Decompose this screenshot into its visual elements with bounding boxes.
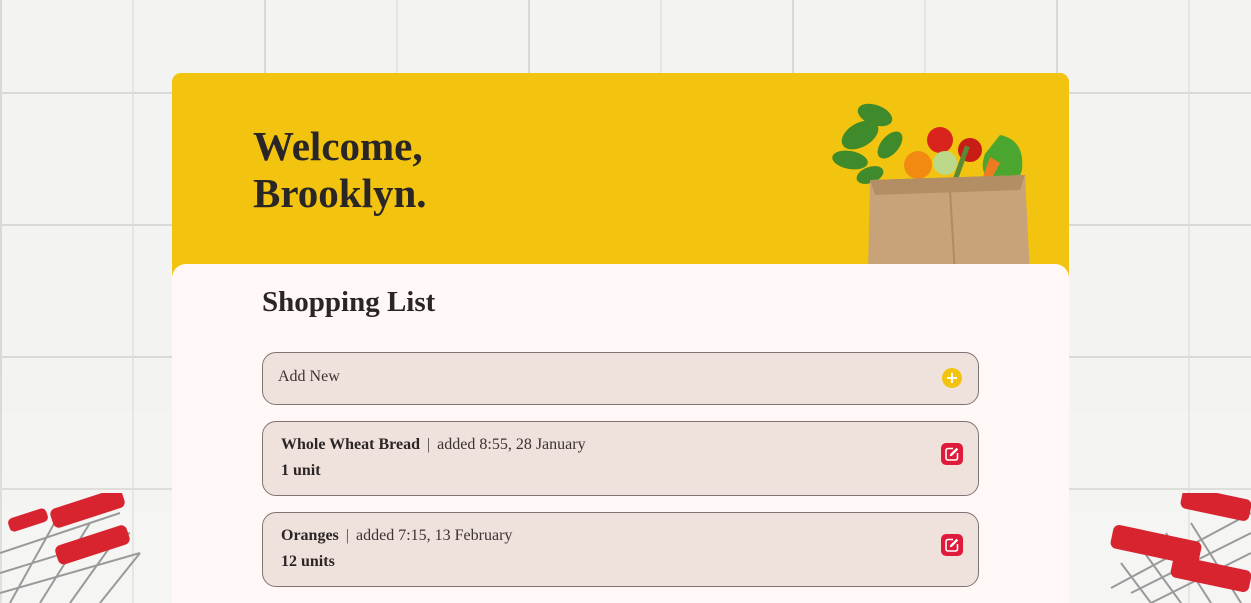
plus-circle-icon[interactable]: +: [942, 368, 962, 388]
item-line: Whole Wheat Bread | added 8:55, 28 January: [281, 436, 586, 454]
shopping-list-panel: Shopping List Add New + Whole Wheat Brea…: [172, 264, 1069, 603]
shopping-cart-image-left: [0, 493, 141, 603]
grocery-bag-image: [832, 103, 1030, 275]
item-quantity: 12 units: [281, 553, 335, 570]
list-item: Oranges | added 7:15, 13 February 12 units: [262, 512, 979, 587]
item-added-time: added 7:15, 13 February: [355, 527, 513, 544]
item-separator: |: [426, 436, 431, 453]
main-card: Welcome, Brooklyn. Shopping List Add New…: [172, 73, 1069, 603]
add-new-placeholder: Add New: [278, 368, 340, 385]
shopping-list-title: Shopping List: [262, 286, 436, 318]
user-name: Brooklyn.: [253, 170, 427, 216]
add-new-input[interactable]: Add New +: [262, 352, 979, 405]
item-name: Oranges: [281, 527, 339, 544]
list-item: Whole Wheat Bread | added 8:55, 28 January…: [262, 421, 979, 496]
item-line: Oranges | added 7:15, 13 February: [281, 527, 512, 545]
item-added-time: added 8:55, 28 January: [437, 436, 586, 453]
item-quantity: 1 unit: [281, 462, 321, 479]
welcome-banner: Welcome, Brooklyn.: [172, 73, 1069, 278]
welcome-heading: Welcome, Brooklyn.: [253, 123, 427, 217]
edit-icon[interactable]: [941, 534, 963, 556]
edit-icon[interactable]: [941, 443, 963, 465]
shopping-cart-image-right: [1110, 493, 1251, 603]
item-separator: |: [345, 527, 349, 544]
item-name: Whole Wheat Bread: [281, 436, 420, 453]
welcome-line: Welcome,: [253, 123, 423, 169]
